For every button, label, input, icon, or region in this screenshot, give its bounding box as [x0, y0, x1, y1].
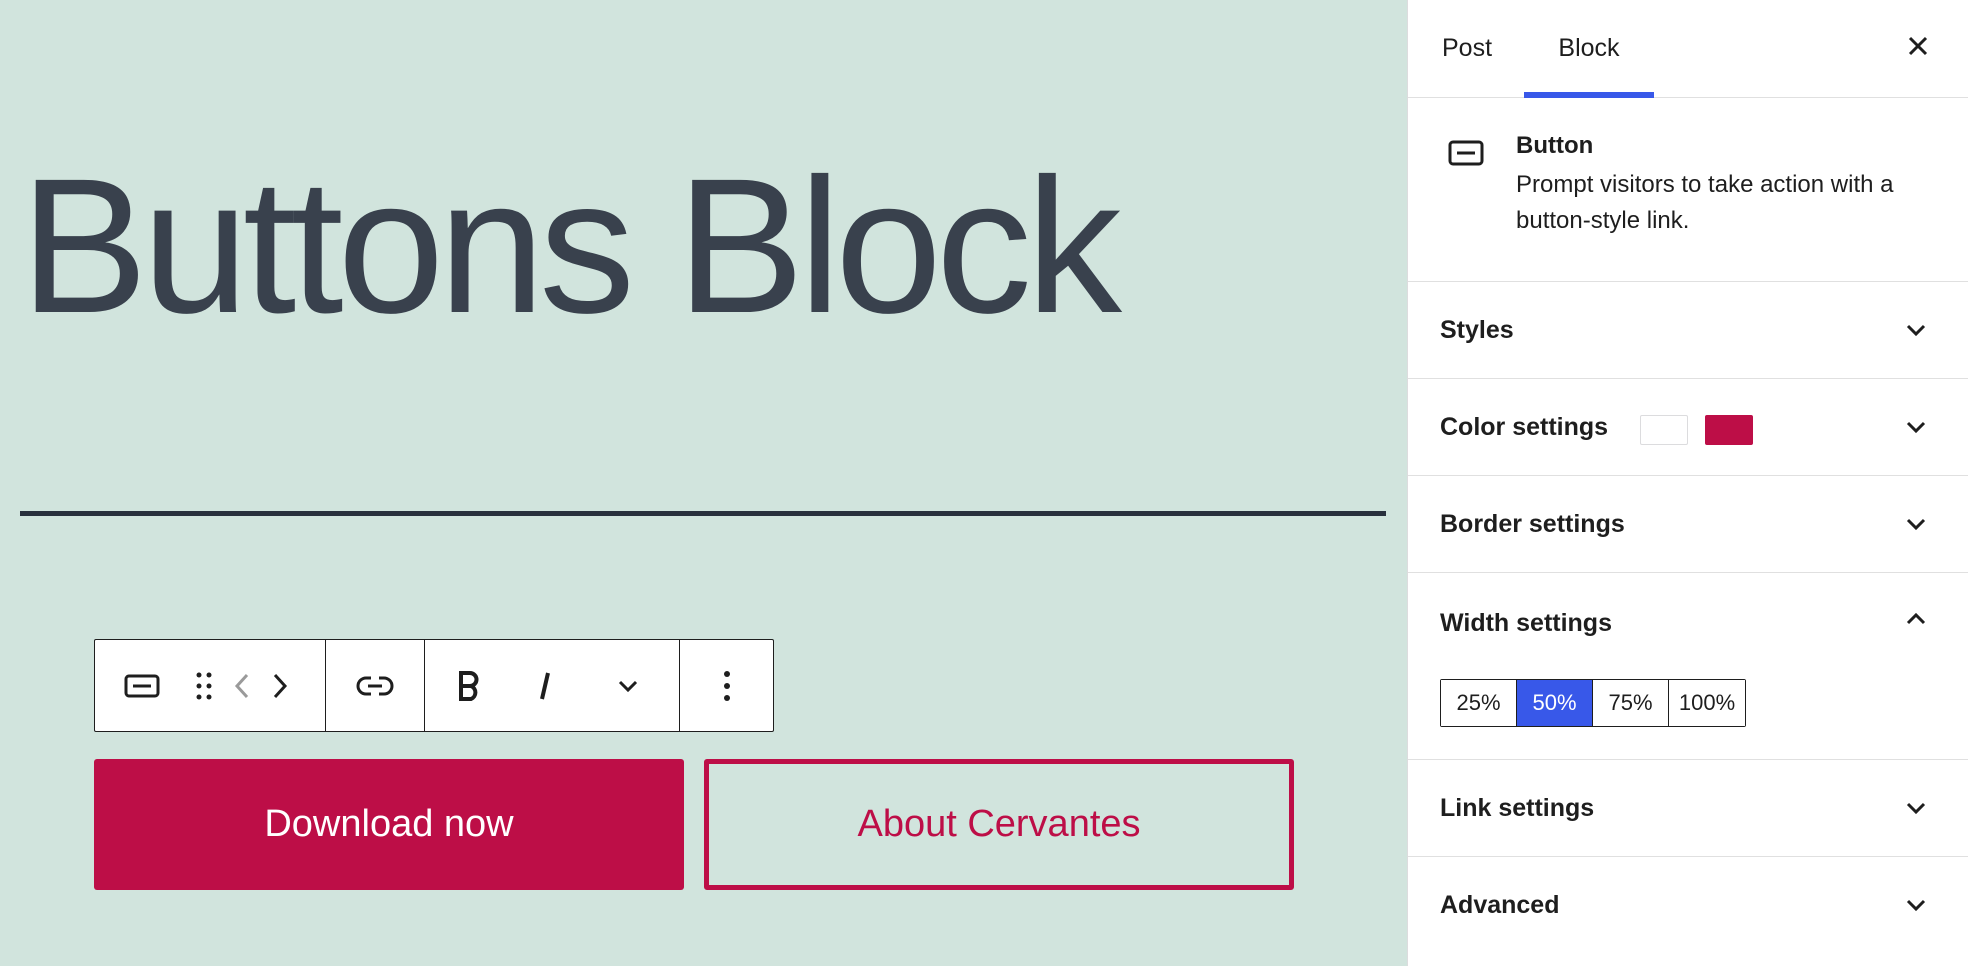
styles-panel[interactable]: Styles [1408, 282, 1968, 379]
block-card-description: Prompt visitors to take action with a bu… [1516, 171, 1894, 234]
color-settings-panel[interactable]: Color settings [1408, 379, 1968, 476]
tab-block-label: Block [1558, 34, 1620, 62]
download-now-button[interactable]: Download now [94, 759, 684, 890]
tab-post[interactable]: Post [1432, 0, 1502, 97]
about-cervantes-button[interactable]: About Cervantes [704, 759, 1294, 890]
more-rich-text-chevron-icon [617, 679, 639, 693]
close-sidebar-button[interactable] [1900, 30, 1936, 66]
width-option-25[interactable]: 25% [1441, 680, 1517, 726]
chevron-down-icon [1904, 415, 1928, 439]
settings-sidebar: Post Block Button Prompt visitors to tak… [1407, 0, 1968, 966]
toolbar-group-options [680, 640, 773, 731]
italic-button[interactable] [513, 640, 577, 731]
block-card-title: Button [1516, 132, 1594, 159]
block-card: Button Prompt visitors to take action wi… [1408, 98, 1968, 282]
width-option-50[interactable]: 50% [1517, 680, 1593, 726]
italic-icon [537, 671, 553, 701]
border-settings-panel[interactable]: Border settings [1408, 476, 1968, 573]
more-rich-text-button[interactable] [577, 640, 679, 731]
separator-block[interactable] [20, 511, 1386, 516]
sidebar-tabs: Post Block [1408, 0, 1968, 98]
drag-handle[interactable] [189, 640, 219, 731]
move-right-button[interactable] [265, 640, 295, 731]
bold-button[interactable] [425, 640, 513, 731]
button-block-icon [124, 674, 160, 698]
chevron-down-icon [1904, 512, 1928, 536]
link-icon [356, 675, 394, 697]
link-button[interactable] [326, 640, 424, 731]
more-options-icon [723, 670, 731, 702]
move-left-button[interactable] [219, 640, 265, 731]
advanced-panel-title: Advanced [1440, 890, 1560, 919]
background-color-swatch [1705, 415, 1753, 445]
link-settings-panel[interactable]: Link settings [1408, 760, 1968, 857]
toolbar-group-link [326, 640, 425, 731]
width-option-75[interactable]: 75% [1593, 680, 1669, 726]
post-title[interactable]: Buttons Block [20, 150, 1122, 342]
tab-post-label: Post [1441, 34, 1493, 62]
advanced-panel[interactable]: Advanced [1408, 857, 1968, 953]
close-icon [1907, 35, 1929, 62]
block-toolbar [94, 639, 774, 732]
chevron-down-icon [1904, 893, 1928, 917]
move-left-icon [234, 672, 250, 700]
block-type-button[interactable] [95, 640, 189, 731]
button-block-icon [1448, 140, 1484, 171]
styles-panel-title: Styles [1440, 315, 1514, 344]
width-settings-panel[interactable]: Width settings 25% 50% 75% 100% [1408, 573, 1968, 760]
chevron-down-icon [1904, 318, 1928, 342]
chevron-down-icon [1904, 796, 1928, 820]
drag-handle-icon [195, 671, 213, 701]
tab-block[interactable]: Block [1524, 0, 1654, 98]
width-button-group: 25% 50% 75% 100% [1440, 679, 1746, 727]
width-option-100[interactable]: 100% [1669, 680, 1745, 726]
chevron-up-icon [1904, 607, 1928, 631]
toolbar-group-block [95, 640, 326, 731]
width-settings-panel-title: Width settings [1440, 609, 1612, 637]
more-options-button[interactable] [680, 640, 773, 731]
toolbar-group-format [425, 640, 680, 731]
border-settings-panel-title: Border settings [1440, 509, 1625, 538]
link-settings-panel-title: Link settings [1440, 793, 1595, 822]
color-settings-panel-title: Color settings [1440, 412, 1609, 441]
editor-canvas: Buttons Block Download now About Cervant… [0, 0, 1407, 966]
move-right-icon [272, 672, 288, 700]
bold-icon [458, 670, 480, 701]
text-color-swatch [1640, 415, 1688, 445]
